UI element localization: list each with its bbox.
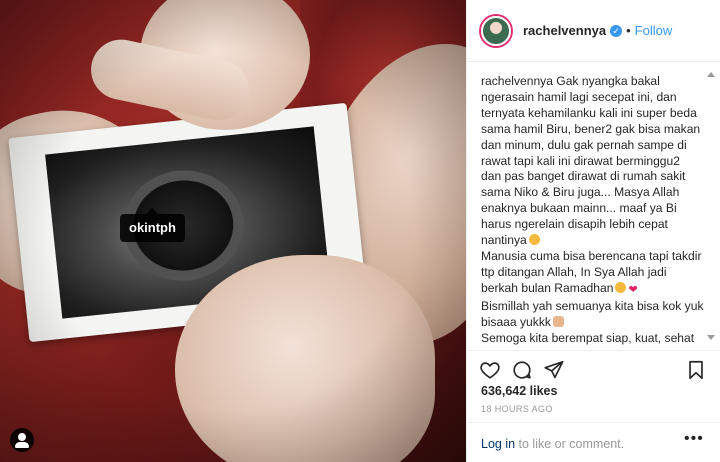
caption-text: sama Niko & Biru juga... Masya Allah xyxy=(481,185,680,200)
caption-line: Bismillah yah semuanya kita bisa kok yuk xyxy=(481,299,706,315)
post-side-panel: rachelvennya ✓ • Follow rachelvennya Gak… xyxy=(466,0,720,462)
caption-text: enaknya bukaan mainn... maaf ya Bi xyxy=(481,201,677,216)
verified-badge-icon: ✓ xyxy=(610,24,623,37)
post-header: rachelvennya ✓ • Follow xyxy=(467,0,720,62)
action-bar xyxy=(467,350,720,384)
user-tags-icon[interactable] xyxy=(10,428,34,452)
bookmark-icon[interactable] xyxy=(685,359,707,381)
caption-line: bisaaa yukkk xyxy=(481,315,706,331)
comment-icon[interactable] xyxy=(511,359,533,381)
caption-text: ngerasain hamil lagi secepat ini, dan xyxy=(481,89,677,104)
caption-line: dan pas banget dirawat di rumah sakit xyxy=(481,169,706,185)
caption-text: dan pas banget dirawat di rumah sakit xyxy=(481,169,686,184)
caption-username[interactable]: rachelvennya xyxy=(481,74,553,88)
caption-scrollbar[interactable] xyxy=(704,72,718,340)
caption-text: dan minum, dulu gak pernah sampe di xyxy=(481,137,687,152)
caption-text: berkah bulan Ramadhan xyxy=(481,280,614,295)
caption-line: berkah bulan Ramadhan ❤ xyxy=(481,281,706,299)
scroll-down-arrow-icon[interactable] xyxy=(707,335,715,340)
caption-line: sama hamil Biru, bener2 gak bisa makan xyxy=(481,122,706,138)
caption-text: rawat tapi kali ini dirawat berminggu2 xyxy=(481,153,680,168)
flexed-arm-emoji-icon xyxy=(552,315,564,327)
caption-line: Manusia cuma bisa berencana tapi takdir xyxy=(481,249,706,265)
caption-line: rawat tapi kali ini dirawat berminggu2 xyxy=(481,154,706,170)
caption-line: ngerasain hamil lagi secepat ini, dan xyxy=(481,90,706,106)
login-link[interactable]: Log in xyxy=(481,437,515,451)
caption-text: harus ngerelain disapih lebih cepat xyxy=(481,217,668,232)
caption-line: Semoga kita berempat siap, kuat, sehat xyxy=(481,331,706,347)
likes-count[interactable]: 636,642 likes xyxy=(481,384,557,398)
header-separator: • xyxy=(626,23,631,38)
caption-line: dan minum, dulu gak pernah sampe di xyxy=(481,138,706,154)
caption-line: sama Niko & Biru juga... Masya Allah xyxy=(481,185,706,201)
caption-text: ternyata kehamilanku kali ini super beda xyxy=(481,105,697,120)
scroll-up-arrow-icon[interactable] xyxy=(707,72,715,77)
photo-user-tag[interactable]: okintph xyxy=(120,208,185,242)
caption: rachelvennya Gak nyangka bakal ngerasain … xyxy=(467,62,720,346)
login-prompt-text: to like or comment. xyxy=(515,437,625,451)
follow-button[interactable]: Follow xyxy=(635,23,673,38)
caption-text: sama hamil Biru, bener2 gak bisa makan xyxy=(481,121,701,136)
smile-emoji-icon xyxy=(615,281,627,293)
caption-text: Semoga kita berempat siap, kuat, sehat xyxy=(481,330,695,345)
more-icon[interactable]: ••• xyxy=(684,430,704,448)
caption-line: ternyata kehamilanku kali ini super beda xyxy=(481,106,706,122)
caption-line: enaknya bukaan mainn... maaf ya Bi xyxy=(481,201,706,217)
caption-line: ttp ditangan Allah, In Sya Allah jadi xyxy=(481,265,706,281)
caption-text: Manusia cuma bisa berencana tapi takdir xyxy=(481,248,702,263)
header-username[interactable]: rachelvennya xyxy=(523,23,606,38)
sad-face-emoji-icon xyxy=(528,234,540,246)
caption-text: ttp ditangan Allah, In Sya Allah jadi xyxy=(481,264,667,279)
caption-text: Gak nyangka bakal xyxy=(552,74,660,88)
caption-text: bisaaa yukkk xyxy=(481,314,551,329)
post-photo[interactable]: okintph xyxy=(0,0,466,462)
heart-icon[interactable] xyxy=(479,359,501,381)
caption-line: harus ngerelain disapih lebih cepat xyxy=(481,217,706,233)
caption-text: Bismillah yah semuanya kita bisa kok yuk xyxy=(481,298,704,313)
red-heart-emoji-icon: ❤ xyxy=(628,283,638,296)
avatar[interactable] xyxy=(481,15,511,46)
login-prompt: Log in to like or comment. xyxy=(467,422,720,462)
photo-vignette xyxy=(0,0,466,462)
post-time[interactable]: 18 HOURS AGO xyxy=(481,404,553,414)
caption-line: rachelvennya Gak nyangka bakal xyxy=(481,74,706,90)
caption-text: nantinya xyxy=(481,233,527,248)
caption-line: nantinya xyxy=(481,233,706,249)
share-icon[interactable] xyxy=(543,359,565,381)
